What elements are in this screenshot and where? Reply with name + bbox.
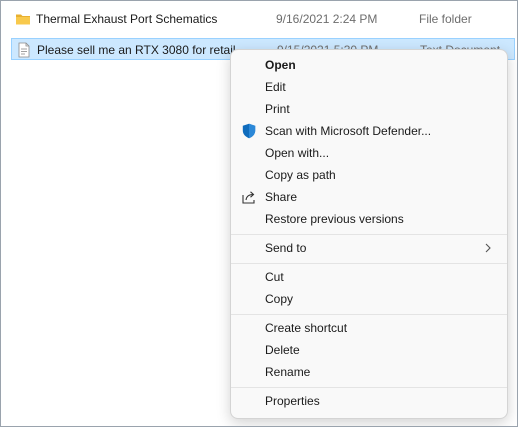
menu-item-rename[interactable]: Rename (235, 361, 503, 383)
context-menu: Open Edit Print Scan with Microsoft Defe… (230, 49, 508, 419)
menu-item-label: Copy (265, 292, 294, 306)
menu-item-label: Share (265, 190, 298, 204)
menu-item-open-with[interactable]: Open with... (235, 142, 503, 164)
menu-item-label: Open (265, 58, 296, 72)
file-type: File folder (419, 12, 472, 26)
menu-item-delete[interactable]: Delete (235, 339, 503, 361)
menu-item-open[interactable]: Open (235, 54, 503, 76)
menu-item-properties[interactable]: Properties (235, 390, 503, 412)
menu-item-label: Properties (265, 394, 320, 408)
menu-item-label: Print (265, 102, 290, 116)
menu-item-label: Scan with Microsoft Defender... (265, 124, 432, 138)
chevron-right-icon (485, 243, 491, 253)
menu-item-scan-defender[interactable]: Scan with Microsoft Defender... (235, 120, 503, 142)
text-document-icon (18, 42, 30, 58)
menu-item-label: Send to (265, 241, 307, 255)
menu-item-edit[interactable]: Edit (235, 76, 503, 98)
folder-icon (16, 14, 30, 25)
file-date: 9/16/2021 2:24 PM (276, 12, 378, 26)
defender-shield-icon (242, 123, 256, 139)
menu-item-share[interactable]: Share (235, 186, 503, 208)
menu-item-label: Restore previous versions (265, 212, 404, 226)
menu-item-label: Open with... (265, 146, 330, 160)
menu-item-copy[interactable]: Copy (235, 288, 503, 310)
menu-item-copy-as-path[interactable]: Copy as path (235, 164, 503, 186)
menu-item-label: Create shortcut (265, 321, 348, 335)
menu-item-create-shortcut[interactable]: Create shortcut (235, 317, 503, 339)
menu-item-send-to[interactable]: Send to (235, 237, 503, 259)
menu-separator (231, 263, 507, 264)
menu-item-print[interactable]: Print (235, 98, 503, 120)
file-row-folder[interactable]: Thermal Exhaust Port Schematics 9/16/202… (11, 8, 515, 30)
menu-item-label: Cut (265, 270, 284, 284)
menu-separator (231, 314, 507, 315)
file-explorer-window: Thermal Exhaust Port Schematics 9/16/202… (0, 0, 518, 427)
menu-separator (231, 234, 507, 235)
file-name: Please sell me an RTX 3080 for retail (37, 43, 236, 57)
menu-item-cut[interactable]: Cut (235, 266, 503, 288)
menu-item-label: Edit (265, 80, 286, 94)
menu-separator (231, 387, 507, 388)
file-name: Thermal Exhaust Port Schematics (36, 12, 218, 26)
menu-item-label: Delete (265, 343, 300, 357)
menu-item-restore-previous-versions[interactable]: Restore previous versions (235, 208, 503, 230)
menu-item-label: Rename (265, 365, 311, 379)
menu-item-label: Copy as path (265, 168, 336, 182)
share-icon (242, 191, 255, 204)
